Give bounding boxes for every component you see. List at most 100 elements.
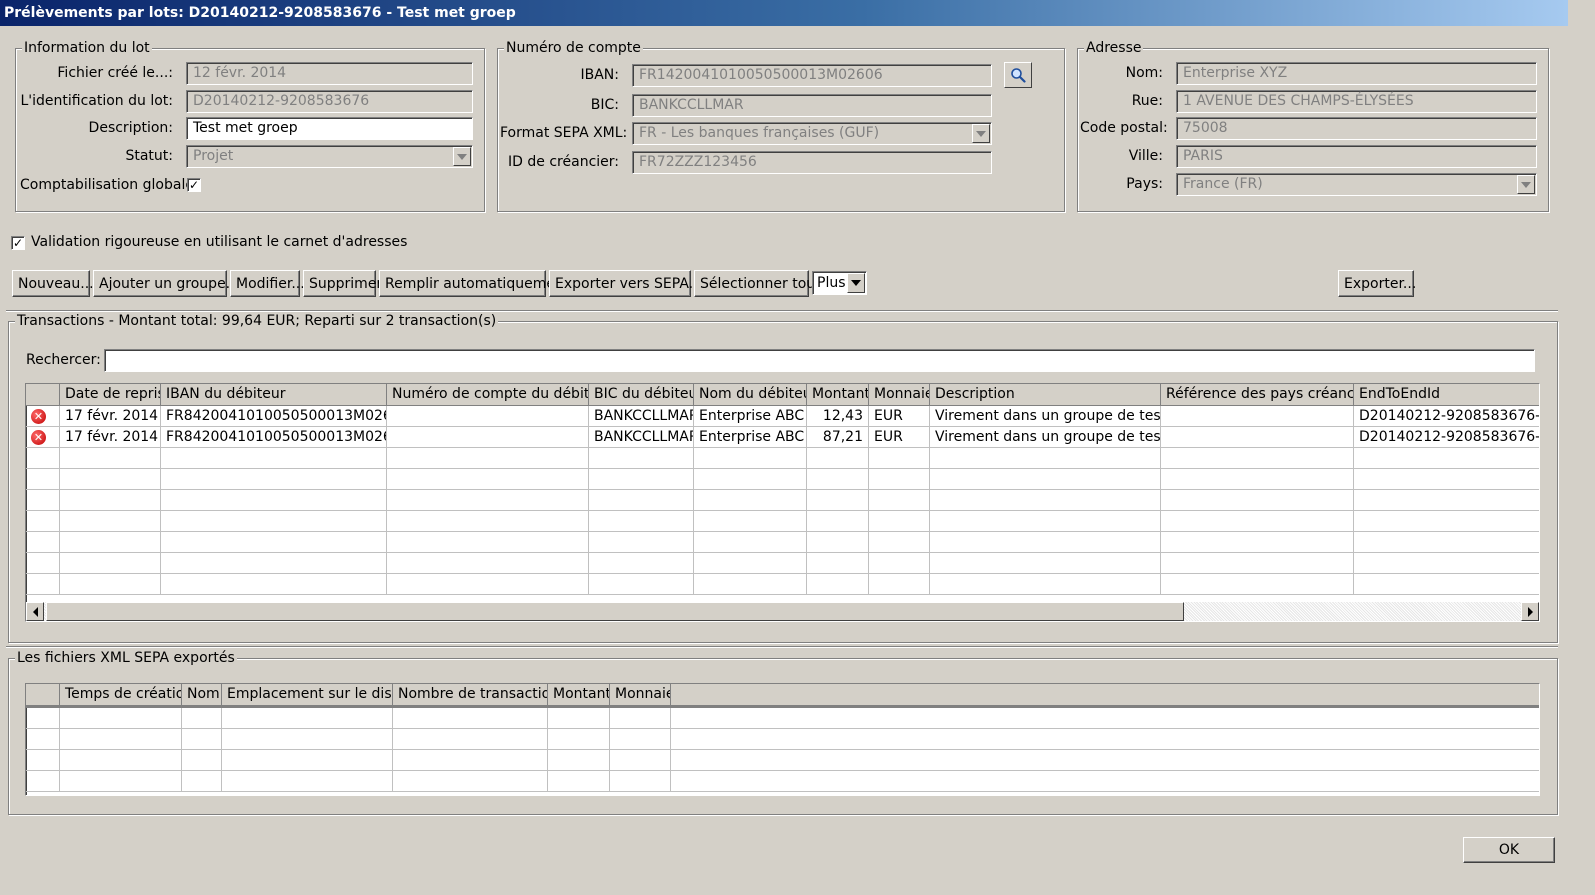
country-select[interactable]: France (FR) xyxy=(1176,173,1537,196)
ok-button[interactable]: OK xyxy=(1463,837,1555,863)
more-select[interactable]: Plus xyxy=(812,271,867,295)
global-accounting-checkbox[interactable]: ✓ xyxy=(187,178,201,192)
table-row[interactable] xyxy=(26,553,1539,574)
created-field[interactable]: 12 févr. 2014 xyxy=(186,62,473,85)
scroll-left-button[interactable] xyxy=(26,602,44,621)
tx-col-header-date[interactable]: Date de reprise xyxy=(60,384,161,406)
country-dropdown-arrow-icon[interactable] xyxy=(1517,175,1535,194)
empty-cell xyxy=(60,469,161,490)
creditor-id-field[interactable]: FR72ZZZ123456 xyxy=(632,151,992,174)
empty-cell xyxy=(1161,532,1354,553)
tx-col-header-reference[interactable]: Référence des pays créanciers xyxy=(1161,384,1354,406)
empty-cell xyxy=(930,574,1161,595)
table-row[interactable] xyxy=(26,448,1539,469)
export-sepa-button[interactable]: Exporter vers SEPA... xyxy=(549,270,702,297)
modify-button[interactable]: Modifier... xyxy=(230,270,305,297)
export-col-header-status[interactable] xyxy=(26,684,60,706)
table-row[interactable] xyxy=(26,490,1539,511)
street-field[interactable]: 1 AVENUE DES CHAMPS-ÉLYSÉES xyxy=(1176,90,1537,113)
bic-field[interactable]: BANKCCLLMAR xyxy=(632,94,992,117)
description-input[interactable]: Test met groep xyxy=(186,117,473,140)
error-icon: ✕ xyxy=(31,430,46,445)
empty-cell xyxy=(26,708,60,729)
export-button[interactable]: Exporter... xyxy=(1338,270,1416,297)
empty-cell xyxy=(182,750,222,771)
empty-cell xyxy=(1161,448,1354,469)
empty-cell xyxy=(1354,448,1539,469)
sepa-format-label: Format SEPA XML: xyxy=(500,125,628,141)
export-col-header-transaction-count[interactable]: Nombre de transactions xyxy=(393,684,548,706)
empty-cell xyxy=(694,553,807,574)
name-field[interactable]: Enterprise XYZ xyxy=(1176,62,1537,85)
status-dropdown-arrow-icon[interactable] xyxy=(453,147,471,166)
add-group-button[interactable]: Ajouter un groupe... xyxy=(93,270,239,297)
tx-col-header-amount[interactable]: Montant xyxy=(807,384,869,406)
table-row[interactable] xyxy=(26,771,1539,792)
tx-col-header-currency[interactable]: Monnaie xyxy=(869,384,930,406)
transactions-legend: Transactions - Montant total: 99,64 EUR;… xyxy=(15,312,499,330)
table-row[interactable] xyxy=(26,532,1539,553)
tx-col-header-end-to-end-id[interactable]: EndToEndId xyxy=(1354,384,1539,406)
tx-col-header-bic[interactable]: BIC du débiteur xyxy=(589,384,694,406)
sepa-format-select[interactable]: FR - Les banques françaises (GUF) xyxy=(632,122,992,145)
empty-cell xyxy=(26,448,60,469)
tx-col-header-account[interactable]: Numéro de compte du débiteur xyxy=(387,384,589,406)
tx-col-header-iban[interactable]: IBAN du débiteur xyxy=(161,384,387,406)
empty-cell xyxy=(671,750,1539,771)
new-button[interactable]: Nouveau... xyxy=(12,270,94,297)
table-row[interactable]: ✕ 17 févr. 2014 FR8420041010050500013M0260… xyxy=(26,406,1539,427)
empty-cell xyxy=(1354,511,1539,532)
export-col-header-name[interactable]: Nom xyxy=(182,684,222,706)
empty-cell xyxy=(387,448,589,469)
empty-cell xyxy=(671,729,1539,750)
export-col-header-currency[interactable]: Monnaie xyxy=(610,684,671,706)
export-col-header-created[interactable]: Temps de création xyxy=(60,684,182,706)
empty-cell xyxy=(26,532,60,553)
export-col-header-amount[interactable]: Montant xyxy=(548,684,610,706)
more-dropdown-arrow-icon[interactable] xyxy=(847,273,865,293)
status-label: Statut: xyxy=(125,148,173,164)
iban-search-button[interactable] xyxy=(1004,62,1032,88)
table-row[interactable] xyxy=(26,511,1539,532)
empty-cell xyxy=(1354,490,1539,511)
table-row[interactable]: ✕ 17 févr. 2014 FR8420041010050500013M0260… xyxy=(26,427,1539,448)
empty-cell xyxy=(1161,553,1354,574)
iban-label: IBAN: xyxy=(580,67,620,83)
autofill-button[interactable]: Remplir automatiquement xyxy=(379,270,569,297)
validation-label[interactable]: Validation rigoureuse en utilisant le ca… xyxy=(31,231,407,253)
table-row[interactable] xyxy=(26,750,1539,771)
cell-date: 17 févr. 2014 xyxy=(60,406,161,427)
table-row[interactable] xyxy=(26,708,1539,729)
empty-cell xyxy=(26,771,60,792)
postal-code-field[interactable]: 75008 xyxy=(1176,117,1537,140)
iban-field[interactable]: FR1420041010050500013M02606 xyxy=(632,64,992,87)
empty-cell xyxy=(694,469,807,490)
lot-id-field[interactable]: D20140212-9208583676 xyxy=(186,90,473,113)
cell-end-to-end-id: D20140212-9208583676-33 xyxy=(1354,406,1539,427)
delete-button[interactable]: Supprimer xyxy=(303,270,382,297)
table-row[interactable] xyxy=(26,729,1539,750)
scroll-thumb[interactable] xyxy=(46,602,1184,621)
select-all-button[interactable]: Sélectionner tous xyxy=(694,270,822,297)
tx-col-header-description[interactable]: Description xyxy=(930,384,1161,406)
status-select[interactable]: Projet xyxy=(186,145,473,168)
sepa-format-dropdown-arrow-icon[interactable] xyxy=(972,124,990,143)
empty-cell xyxy=(1354,574,1539,595)
empty-cell xyxy=(222,750,393,771)
table-row[interactable] xyxy=(26,469,1539,490)
cell-iban: FR8420041010050500013M02607 xyxy=(161,427,387,448)
empty-cell xyxy=(610,708,671,729)
empty-cell xyxy=(182,771,222,792)
scroll-right-button[interactable] xyxy=(1521,602,1539,621)
city-field[interactable]: PARIS xyxy=(1176,145,1537,168)
address-legend: Adresse xyxy=(1084,39,1144,57)
validation-checkbox[interactable]: ✓ xyxy=(11,236,25,250)
search-input[interactable] xyxy=(104,349,1535,372)
transactions-hscroll[interactable] xyxy=(26,602,1539,621)
empty-cell xyxy=(1354,532,1539,553)
export-col-header-location[interactable]: Emplacement sur le disque xyxy=(222,684,393,706)
transactions-table: Date de repriseIBAN du débiteurNuméro de… xyxy=(25,383,1540,622)
table-row[interactable] xyxy=(26,574,1539,595)
tx-col-header-status[interactable] xyxy=(26,384,60,406)
tx-col-header-debtor-name[interactable]: Nom du débiteur xyxy=(694,384,807,406)
